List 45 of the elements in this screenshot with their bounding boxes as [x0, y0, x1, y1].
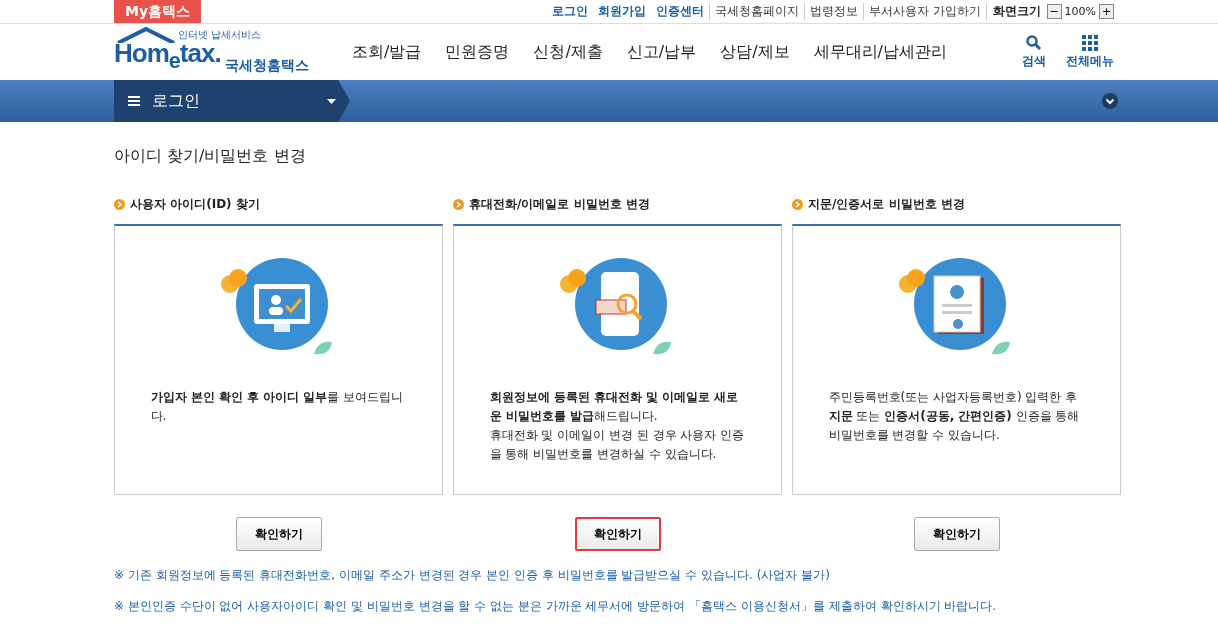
- zoom-value: 100%: [1063, 5, 1097, 18]
- top-link[interactable]: 법령정보: [803, 3, 863, 20]
- top-link[interactable]: 회원가입: [592, 3, 651, 20]
- roof-icon: [116, 27, 176, 44]
- bullet-icon: [792, 198, 803, 210]
- login-breadcrumb[interactable]: 로그인: [114, 80, 350, 122]
- notice-text: ※ 본인인증 수단이 없어 사용자아이디 확인 및 비밀번호 변경을 할 수 없는 분은 가까운 세무서에 방문하여 「홈택스 이용신청서」를 제출하여 확인하시기 바랍니다.: [114, 598, 998, 615]
- zoom-in-button[interactable]: +: [1099, 4, 1114, 19]
- grid-icon: [1082, 34, 1098, 51]
- all-menu-button[interactable]: 전체메뉴: [1066, 34, 1114, 70]
- bullet-icon: [114, 198, 125, 210]
- zoom-label: 화면크기: [985, 3, 1047, 20]
- nav-menu-item[interactable]: 조회/발급: [340, 41, 434, 63]
- logo-tagline: 인터넷 납세서비스: [178, 29, 263, 41]
- caret-icon: [327, 98, 336, 104]
- card-description: 회원정보에 등록된 휴대전화 및 이메일로 새로운 비밀번호를 발급해드립니다.: [489, 389, 740, 425]
- search-button[interactable]: 검색: [1022, 34, 1046, 70]
- confirm-button[interactable]: 확인하기: [574, 517, 661, 551]
- notice-text: ※ 기존 회원정보에 등록된 휴대전화번호, 이메일 주소가 변경된 경우 본인 인증 후 비밀번호를 발급받으실 수 있습니다. (사업자 불가): [114, 567, 831, 584]
- nav-menu-item[interactable]: 민원증명: [433, 41, 522, 63]
- page-title: 아이디 찾기/비밀번호 변경: [114, 146, 307, 167]
- zoom-out-button[interactable]: −: [1046, 4, 1062, 19]
- section-heading: 휴대전화/이메일로 비밀번호 변경: [469, 195, 650, 213]
- section-heading: 지문/인증서로 비밀번호 변경: [808, 195, 965, 213]
- nav-menu-item[interactable]: 상담/제보: [708, 41, 802, 63]
- card-description: 가입자 본인 확인 후 아이디 일부를 보여드립니다.: [150, 389, 405, 425]
- nav-menu-item[interactable]: 세무대리/납세관리: [801, 41, 959, 63]
- chevron-down-icon[interactable]: [1102, 93, 1118, 109]
- top-link[interactable]: 국세청홈페이지: [708, 3, 804, 20]
- bullet-icon: [453, 198, 464, 210]
- menu-icon: [128, 96, 140, 106]
- top-link[interactable]: 부서사용자 가입하기: [862, 3, 986, 20]
- top-link[interactable]: 인증센터: [650, 3, 709, 20]
- logo-subtitle: 국세청홈택스: [224, 56, 309, 75]
- nav-menu-item[interactable]: 신고/납부: [614, 41, 709, 63]
- confirm-button[interactable]: 확인하기: [235, 517, 322, 551]
- section-heading: 사용자 아이디(ID) 찾기: [130, 195, 260, 213]
- logo-wordmark[interactable]: Hom$_{e}$tax.: [114, 40, 221, 75]
- card-description: 주민등록번호(또는 사업자등록번호) 입력한 후 지문 또는 인증서(공동, 간편인증) 인증을 통해 비밀번호를 변경할 수 있습니다.: [828, 389, 1081, 444]
- my-hometax-tab[interactable]: My홈택스: [114, 0, 202, 23]
- card-description: 휴대전화 및 이메일이 변경 된 경우 사용자 인증을 통해 비밀번호를 변경하실 수 있습니다.: [489, 427, 746, 463]
- top-link[interactable]: 로그인: [546, 3, 593, 20]
- nav-menu-item[interactable]: 신청/제출: [521, 41, 615, 63]
- confirm-button[interactable]: 확인하기: [913, 517, 1000, 551]
- search-icon: [1026, 34, 1042, 51]
